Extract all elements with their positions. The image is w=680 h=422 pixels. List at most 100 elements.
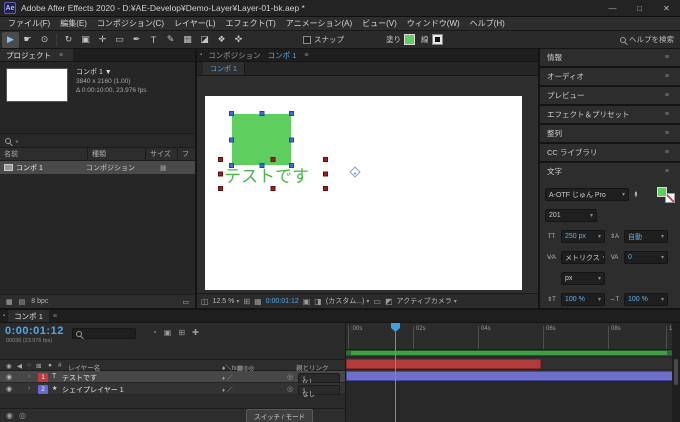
expand-transfer-controls-icon[interactable]: ◉: [6, 411, 13, 420]
region-of-interest-icon[interactable]: ▭: [373, 297, 381, 306]
timeline-vertical-scrollbar[interactable]: [672, 323, 680, 422]
3d-view-select[interactable]: アクティブカメラ: [397, 296, 457, 306]
timeline-current-time[interactable]: 0:00:01:12: [5, 325, 64, 337]
text-fill-swatch[interactable]: [657, 187, 667, 197]
interpret-footage-icon[interactable]: ▦: [6, 298, 13, 306]
project-item-name[interactable]: コンポ 1 ▼: [76, 68, 146, 77]
preview-quality-icon[interactable]: ◫: [201, 297, 209, 306]
show-channel-icon[interactable]: ◨: [314, 297, 322, 306]
snap-checkbox[interactable]: [303, 36, 311, 44]
tab-project[interactable]: プロジェクト ≡: [0, 49, 73, 61]
menu-animation[interactable]: アニメーション(A): [281, 18, 357, 29]
column-type[interactable]: 種類: [88, 148, 146, 160]
resolution-select[interactable]: (カスタム...): [326, 296, 370, 306]
pan-behind-tool-icon[interactable]: ✛: [94, 32, 111, 48]
font-family-select[interactable]: A-OTF じゅん Pro: [545, 188, 629, 201]
vertical-scale-select[interactable]: 100 %: [561, 293, 605, 306]
shape-tool-icon[interactable]: ▭: [111, 32, 128, 48]
tracking-select[interactable]: 0: [624, 251, 668, 264]
font-style-select[interactable]: 201: [545, 209, 597, 222]
panel-menu-icon[interactable]: ≡: [49, 310, 61, 322]
expand-arrow-icon[interactable]: ›: [28, 385, 30, 392]
tab-comp1[interactable]: コンポ 1: [264, 49, 301, 61]
selection-tool-icon[interactable]: ▶: [2, 32, 19, 48]
eye-icon[interactable]: ◉: [6, 362, 12, 370]
grid-guides-icon[interactable]: ⊞: [243, 297, 250, 306]
project-item-list[interactable]: [0, 174, 195, 294]
column-size[interactable]: サイズ: [146, 148, 178, 160]
mask-visibility-icon[interactable]: ▦: [254, 297, 262, 306]
selection-handle[interactable]: [323, 172, 328, 177]
selection-handle[interactable]: [289, 111, 294, 116]
selection-handle[interactable]: [271, 186, 276, 191]
expand-arrow-icon[interactable]: ›: [28, 373, 30, 380]
help-search-box[interactable]: ヘルプを検索: [620, 34, 674, 45]
panel-menu-icon[interactable]: ≡: [661, 168, 673, 175]
selection-handle[interactable]: [323, 157, 328, 162]
chevron-down-icon[interactable]: [13, 136, 19, 145]
pen-tool-icon[interactable]: ✒: [128, 32, 145, 48]
eye-icon[interactable]: ◉: [6, 385, 12, 393]
timeline-search-field[interactable]: [72, 328, 136, 339]
panel-align[interactable]: 整列 ≡: [540, 125, 680, 142]
selection-handle[interactable]: [259, 111, 264, 116]
composition-mini-flowchart-icon[interactable]: ◔: [152, 328, 157, 337]
panel-character[interactable]: 文字 ≡: [540, 163, 680, 180]
motion-blur-icon[interactable]: ✚: [192, 328, 199, 337]
minimize-button[interactable]: —: [599, 0, 626, 16]
menu-help[interactable]: ヘルプ(H): [465, 18, 510, 29]
playhead-line[interactable]: [395, 332, 396, 422]
roto-brush-tool-icon[interactable]: ❖: [213, 32, 230, 48]
stroke-color-swatch[interactable]: [432, 34, 443, 45]
camera-tool-icon[interactable]: ▣: [77, 32, 94, 48]
tab-timeline-comp1[interactable]: コンポ 1: [8, 310, 49, 322]
trash-icon[interactable]: ▭: [182, 298, 189, 306]
menu-view[interactable]: ビュー(V): [357, 18, 402, 29]
current-time-button[interactable]: 0:00:01:12: [266, 298, 299, 305]
panel-menu-icon[interactable]: ≡: [661, 130, 673, 137]
snap-toggle[interactable]: スナップ: [303, 34, 344, 45]
scrollbar-thumb[interactable]: [674, 359, 678, 385]
eraser-tool-icon[interactable]: ◪: [196, 32, 213, 48]
selection-handle[interactable]: [271, 157, 276, 162]
selection-handle[interactable]: [229, 111, 234, 116]
menu-edit[interactable]: 編集(E): [55, 18, 92, 29]
rotate-tool-icon[interactable]: ↻: [60, 32, 77, 48]
panel-effects-presets[interactable]: エフェクト＆プリセット ≡: [540, 106, 680, 123]
column-name[interactable]: 名前: [0, 148, 88, 160]
layer-row-2[interactable]: ◉ › 2 ★ シェイプレイヤー 1 ♦ ／ ◎ なし: [0, 383, 345, 395]
puppet-pin-tool-icon[interactable]: ✜: [230, 32, 247, 48]
font-size-select[interactable]: 250 px: [561, 230, 605, 243]
panel-preview[interactable]: プレビュー ≡: [540, 87, 680, 104]
brush-tool-icon[interactable]: ✎: [162, 32, 179, 48]
panel-menu-icon[interactable]: ≡: [661, 54, 673, 61]
selection-handle[interactable]: [218, 157, 223, 162]
project-bit-depth[interactable]: 8 bpc: [31, 298, 48, 305]
layer-name[interactable]: テストです: [62, 373, 97, 383]
selection-handle[interactable]: [323, 186, 328, 191]
shy-icon[interactable]: ⊞: [178, 328, 185, 337]
panel-menu-icon[interactable]: ≡: [661, 111, 673, 118]
snapshot-icon[interactable]: ▣: [303, 297, 311, 306]
parent-select[interactable]: なし: [298, 385, 340, 395]
text-layer-content[interactable]: テストです: [224, 162, 309, 187]
audio-icon[interactable]: ◀: [17, 362, 22, 370]
switches-modes-toggle-button[interactable]: スイッチ / モード: [246, 409, 313, 422]
shape-layer-rectangle[interactable]: [232, 114, 291, 165]
panel-menu-icon[interactable]: ≡: [661, 92, 673, 99]
panel-cc-libraries[interactable]: CC ライブラリ ≡: [540, 144, 680, 161]
fill-color-swatch[interactable]: [404, 34, 415, 45]
project-search-field[interactable]: [0, 133, 195, 148]
text-layer[interactable]: テストです: [221, 160, 325, 188]
solo-icon[interactable]: ○: [27, 362, 31, 369]
expand-in-out-icon[interactable]: ◎: [19, 411, 26, 420]
new-folder-icon[interactable]: ▤: [19, 298, 26, 306]
clone-stamp-tool-icon[interactable]: ▦: [179, 32, 196, 48]
selection-handle[interactable]: [218, 172, 223, 177]
column-f[interactable]: フ: [178, 148, 195, 160]
layer-color-chip[interactable]: 1: [38, 373, 48, 382]
lock-icon[interactable]: ⊠: [36, 362, 41, 370]
panel-menu-icon[interactable]: ≡: [661, 73, 673, 80]
type-tool-icon[interactable]: T: [145, 32, 162, 48]
parent-select[interactable]: なし: [298, 373, 340, 383]
